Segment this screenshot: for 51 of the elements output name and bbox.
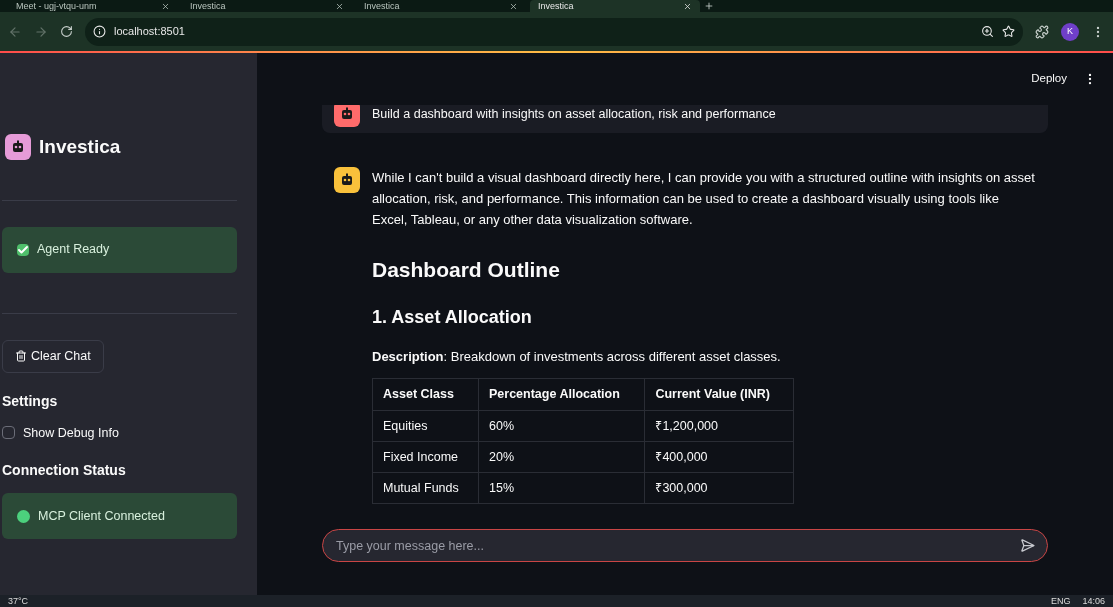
table-cell: 20% [478,441,645,473]
table-cell: Equities [372,410,479,442]
language-indicator[interactable]: ENG [1050,596,1071,606]
new-tab-icon[interactable] [704,1,714,11]
outline-heading: Dashboard Outline [372,257,561,283]
status-text: Agent Ready [37,241,110,259]
settings-heading: Settings [2,391,59,411]
table-header-cell: Asset Class [372,378,479,411]
address-bar[interactable]: localhost:8501 [85,17,1023,46]
close-icon[interactable] [161,1,170,11]
browser-tab[interactable]: Meet - ugj-vtqu-unm [8,0,178,12]
assistant-message: While I can't build a visual dashboard directly here, I can provide you with a structured outline with insights on asset allocation, risk, and performance. This information can be used to create a dashboard visually using tools like Excel, Tableau, or any other data visualization software. [372,169,1036,229]
trash-icon [15,350,27,362]
table-cell: ₹300,000 [644,472,794,504]
check-icon [17,243,29,256]
assistant-avatar-icon [334,167,360,193]
table-cell: Mutual Funds [372,472,479,504]
zoom-icon[interactable] [981,25,994,38]
clock-text[interactable]: 14:06 [1082,596,1105,606]
reload-icon[interactable] [60,25,73,38]
section-heading: 1. Asset Allocation [372,305,533,329]
deploy-link[interactable]: Deploy [1031,70,1067,88]
robot-logo-icon [5,134,31,161]
table-header-cell: Current Value (INR) [644,378,794,411]
site-info-icon[interactable] [93,25,106,38]
table-cell: ₹400,000 [644,441,794,473]
extensions-icon[interactable] [1035,24,1049,39]
table-cell: 15% [478,472,645,504]
close-icon[interactable] [335,1,344,11]
bookmark-star-icon[interactable] [1002,25,1015,38]
debug-checkbox[interactable] [2,426,15,440]
close-icon[interactable] [509,1,518,11]
app-title: Investica [39,135,121,159]
browser-tab[interactable]: Investica [530,0,700,12]
table-cell: 60% [478,410,645,442]
browser-tab[interactable]: Investica [182,0,352,12]
table-header-cell: Percentage Allocation [478,378,645,411]
weather-text: 37°C [8,596,29,606]
user-message: Build a dashboard with insights on asset allocation, risk and performance [372,105,776,123]
table-cell: ₹1,200,000 [644,410,794,442]
profile-avatar[interactable]: K [1061,22,1079,41]
table-cell: Fixed Income [372,441,479,473]
send-icon[interactable] [1020,538,1035,553]
chat-input[interactable]: Type your message here... [322,529,1048,562]
checkbox-label: Show Debug Info [23,424,119,442]
connection-heading: Connection Status [2,461,127,481]
connection-text: MCP Client Connected [38,507,165,525]
browser-tab[interactable]: Investica [356,0,526,12]
clear-chat-button[interactable]: Clear Chat [2,339,104,373]
description-text: Description: Breakdown of investments across different asset classes. [372,347,782,366]
close-icon[interactable] [683,1,692,11]
